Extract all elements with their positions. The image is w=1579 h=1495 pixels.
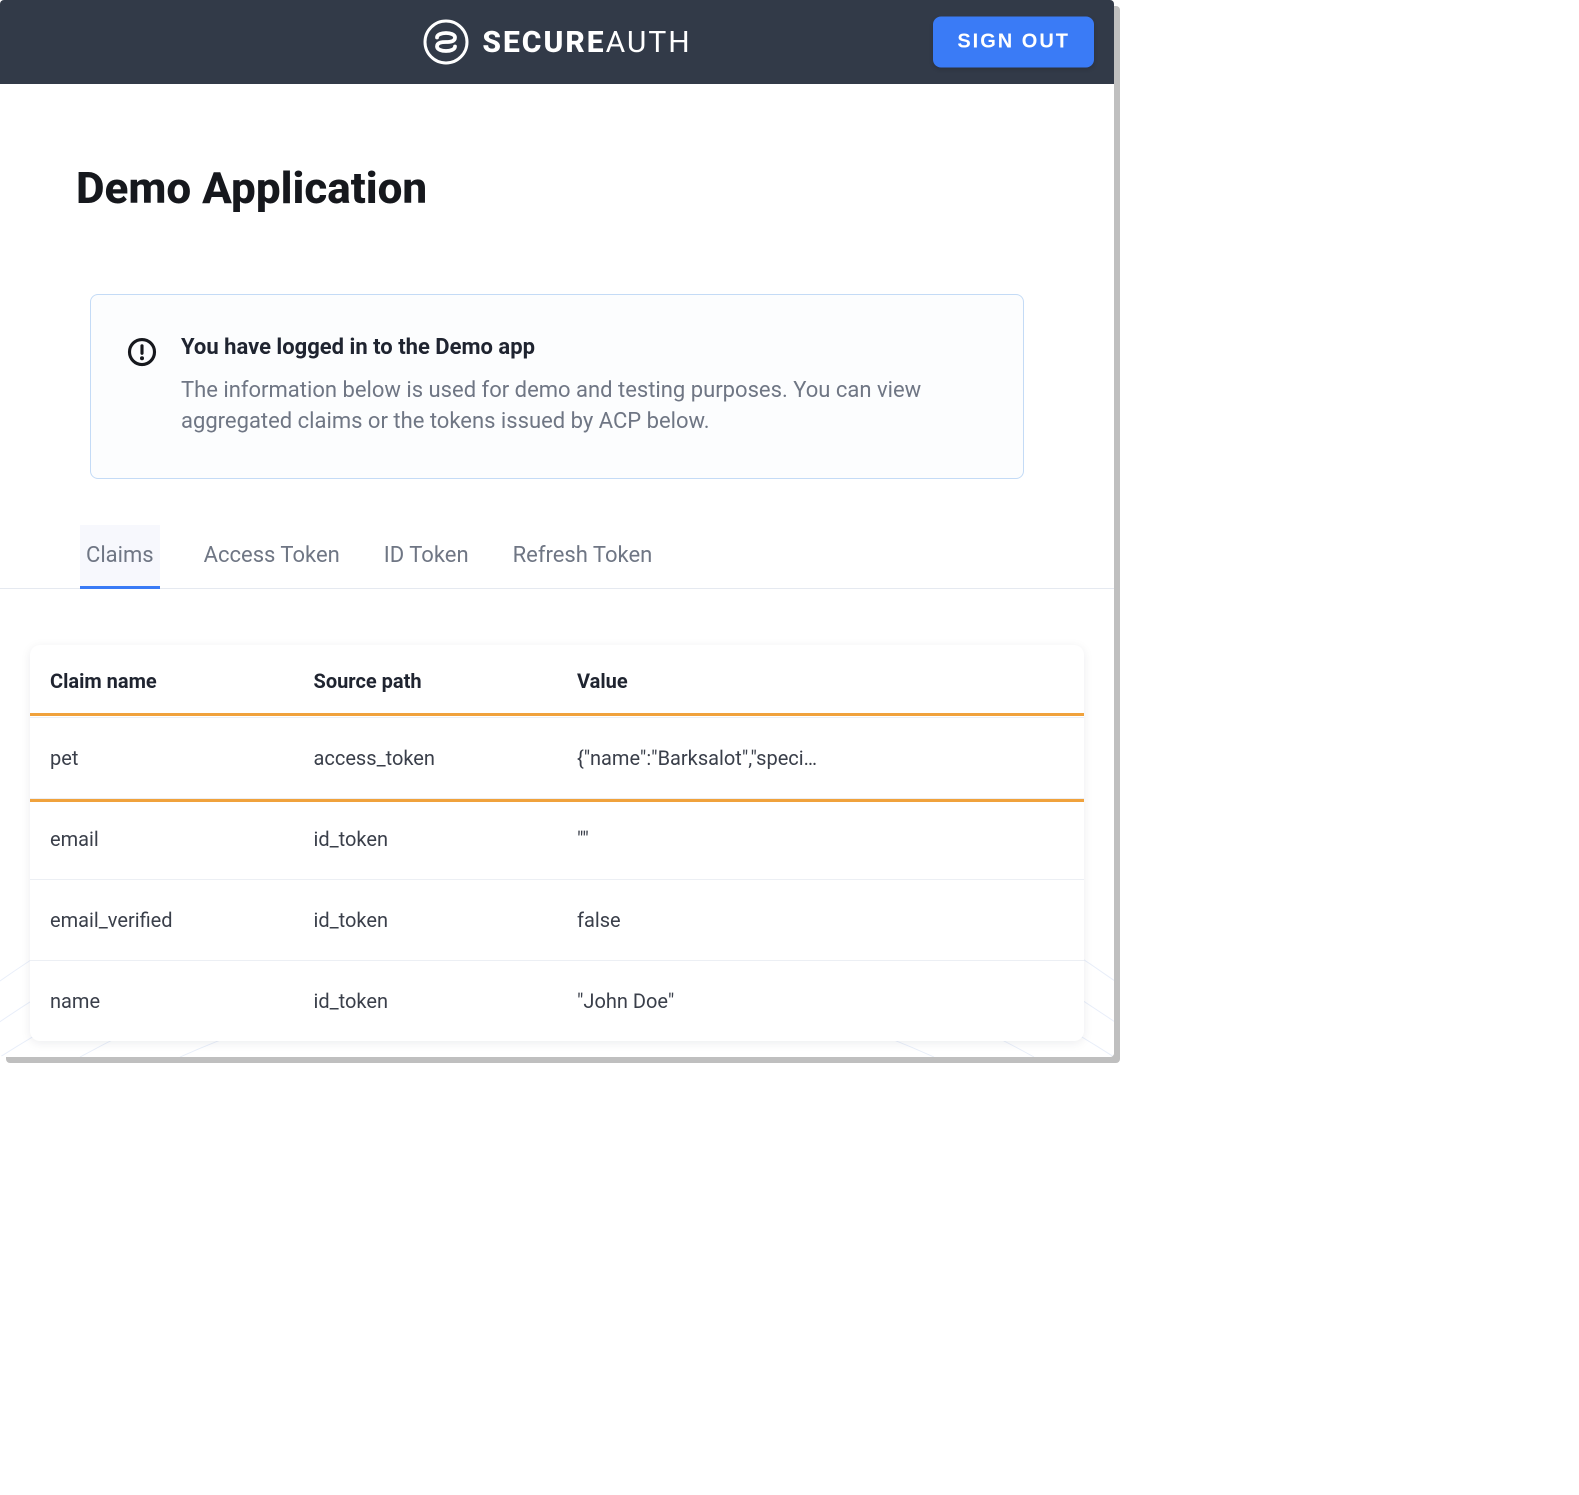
- page-title: Demo Application: [76, 162, 1114, 214]
- table-row: petaccess_token{"name":"Barksalot","spec…: [30, 717, 1084, 798]
- claim-name-cell: name: [30, 960, 294, 1041]
- table-row: email_verifiedid_tokenfalse: [30, 879, 1084, 960]
- app-frame: SECUREAUTH SIGN OUT Demo Application You…: [0, 0, 1114, 1057]
- secureauth-logo-icon: [422, 18, 470, 66]
- value-cell: "": [557, 798, 1084, 879]
- source-path-cell: access_token: [294, 717, 558, 798]
- table-row: emailid_token"": [30, 798, 1084, 879]
- topbar: SECUREAUTH SIGN OUT: [0, 0, 1114, 84]
- claim-name-cell: email: [30, 798, 294, 879]
- claim-name-cell: email_verified: [30, 879, 294, 960]
- tab-claims[interactable]: Claims: [80, 525, 160, 588]
- info-title: You have logged in to the Demo app: [181, 335, 981, 360]
- value-cell: {"name":"Barksalot","speci…: [557, 717, 1084, 798]
- tab-access[interactable]: Access Token: [204, 525, 340, 588]
- col-header-value: Value: [557, 645, 1084, 718]
- alert-circle-icon: [127, 335, 157, 372]
- sign-out-button[interactable]: SIGN OUT: [933, 17, 1094, 68]
- tab-id[interactable]: ID Token: [384, 525, 469, 588]
- source-path-cell: id_token: [294, 798, 558, 879]
- value-cell: false: [557, 879, 1084, 960]
- tabs: Claims Access Token ID Token Refresh Token: [0, 525, 1114, 589]
- info-body: The information below is used for demo a…: [181, 376, 981, 438]
- source-path-cell: id_token: [294, 879, 558, 960]
- tab-refresh[interactable]: Refresh Token: [513, 525, 653, 588]
- claims-table: Claim name Source path Value petaccess_t…: [30, 645, 1084, 1041]
- info-banner: You have logged in to the Demo app The i…: [90, 294, 1024, 479]
- value-cell: "John Doe": [557, 960, 1084, 1041]
- table-row: nameid_token"John Doe": [30, 960, 1084, 1041]
- source-path-cell: id_token: [294, 960, 558, 1041]
- brand: SECUREAUTH: [422, 18, 691, 66]
- brand-wordmark: SECUREAUTH: [482, 25, 691, 60]
- claim-name-cell: pet: [30, 717, 294, 798]
- info-text: You have logged in to the Demo app The i…: [181, 335, 981, 438]
- col-header-claim-name: Claim name: [30, 645, 294, 718]
- col-header-source-path: Source path: [294, 645, 558, 718]
- claims-table-card: Claim name Source path Value petaccess_t…: [30, 645, 1084, 1041]
- table-header-row: Claim name Source path Value: [30, 645, 1084, 718]
